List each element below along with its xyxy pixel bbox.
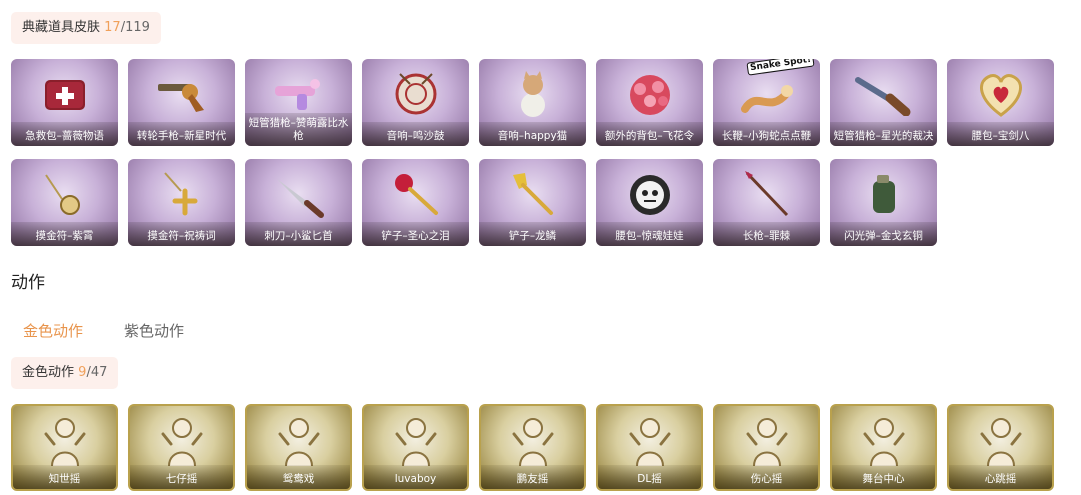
action-card[interactable]: luvaboy — [362, 404, 469, 491]
action-card-label: 鹏友摇 — [481, 465, 584, 489]
action-card-label: 知世摇 — [13, 465, 116, 489]
grenade-icon — [854, 169, 914, 219]
skin-card[interactable]: 急救包–蔷薇物语 — [11, 59, 118, 146]
skin-card-label: 长鞭–小狗蛇点点鞭 — [713, 122, 820, 146]
skins-grid-row-2: 摸金符–紫霄 摸金符–祝祷词 刺刀–小鲨匕首 铲子–圣心之泪 铲子–龙鳞 腰包–惊魂娃娃长… — [11, 159, 937, 246]
pose-figure-icon — [971, 416, 1031, 467]
action-card[interactable]: 知世摇 — [11, 404, 118, 491]
skin-card[interactable]: 铲子–圣心之泪 — [362, 159, 469, 246]
skin-card-label: 闪光弹–金戈玄铜 — [830, 222, 937, 246]
skin-card[interactable]: 腰包–宝剑八 — [947, 59, 1054, 146]
skins-grid-row-1: 急救包–蔷薇物语 转轮手枪–新星时代 短管猎枪–赞萌露比水枪 音响–鸣沙鼓 音响–hap… — [11, 59, 1054, 146]
skin-card-label: 音响–鸣沙鼓 — [362, 122, 469, 146]
charm-icon — [35, 169, 95, 219]
flower-backpack-icon — [620, 69, 680, 119]
cross-charm-icon — [152, 169, 212, 219]
action-card[interactable]: 鸳鸯戏 — [245, 404, 352, 491]
skin-card-label: 铲子–圣心之泪 — [362, 222, 469, 246]
ruby-shovel-icon — [386, 169, 446, 219]
gold-actions-grid: 知世摇 七仔摇 鸳鸯戏 luvaboy 鹏友摇 DL摇 伤心摇 舞台中心 心跳摇 — [11, 404, 1054, 491]
skin-card[interactable]: 短管猎枪–赞萌露比水枪 — [245, 59, 352, 146]
action-card[interactable]: 伤心摇 — [713, 404, 820, 491]
spear-icon — [737, 169, 797, 219]
pose-figure-icon — [854, 416, 914, 467]
pose-figure-icon — [152, 416, 212, 467]
pose-figure-icon — [35, 416, 95, 467]
water-gun-icon — [269, 69, 329, 119]
skin-card[interactable]: 长枪–罪棘 — [713, 159, 820, 246]
skin-card-label: 短管猎枪–赞萌露比水枪 — [245, 113, 352, 146]
pose-figure-icon — [386, 416, 446, 467]
action-card[interactable]: 舞台中心 — [830, 404, 937, 491]
action-card-label: 舞台中心 — [832, 465, 935, 489]
action-card-label: 鸳鸯戏 — [247, 465, 350, 489]
drum-icon — [386, 69, 446, 119]
skins-title: 典藏道具皮肤 — [22, 20, 101, 35]
first-aid-kit-icon — [35, 69, 95, 119]
skin-card-label: 音响–happy猫 — [479, 122, 586, 146]
pose-figure-icon — [503, 416, 563, 467]
revolver-icon — [152, 69, 212, 119]
skin-card[interactable]: 铲子–龙鳞 — [479, 159, 586, 246]
pose-figure-icon — [620, 416, 680, 467]
action-card-label: 伤心摇 — [715, 465, 818, 489]
skin-card[interactable]: 腰包–惊魂娃娃 — [596, 159, 703, 246]
gold-shovel-icon — [503, 169, 563, 219]
skin-card-label: 刺刀–小鲨匕首 — [245, 222, 352, 246]
skin-card[interactable]: 转轮手枪–新星时代 — [128, 59, 235, 146]
tab-purple-actions[interactable]: 紫色动作 — [124, 320, 184, 341]
skins-count-total: 119 — [125, 20, 150, 35]
skin-card-label: 短管猎枪–星光的裁决 — [830, 122, 937, 146]
action-card-label: luvaboy — [364, 465, 467, 489]
gold-actions-count-badge: 金色动作 9/47 — [11, 357, 119, 389]
pose-figure-icon — [269, 416, 329, 467]
action-card-label: DL摇 — [598, 465, 701, 489]
action-card[interactable]: 鹏友摇 — [479, 404, 586, 491]
skin-card[interactable]: 短管猎枪–星光的裁决 — [830, 59, 937, 146]
skin-card-label: 摸金符–祝祷词 — [128, 222, 235, 246]
skin-card-label: 摸金符–紫霄 — [11, 222, 118, 246]
skull-pouch-icon — [620, 169, 680, 219]
skin-card-label: 铲子–龙鳞 — [479, 222, 586, 246]
skin-card-label: 额外的背包–飞花令 — [596, 122, 703, 146]
action-card[interactable]: 心跳摇 — [947, 404, 1054, 491]
skin-card[interactable]: 刺刀–小鲨匕首 — [245, 159, 352, 246]
shotgun-icon — [854, 69, 914, 119]
skin-card[interactable]: 闪光弹–金戈玄铜 — [830, 159, 937, 246]
tab-gold-actions[interactable]: 金色动作 — [23, 320, 83, 341]
skin-card-label: 腰包–惊魂娃娃 — [596, 222, 703, 246]
action-card[interactable]: DL摇 — [596, 404, 703, 491]
skin-card-label: 急救包–蔷薇物语 — [11, 122, 118, 146]
action-card[interactable]: 七仔摇 — [128, 404, 235, 491]
skin-card[interactable]: 摸金符–祝祷词 — [128, 159, 235, 246]
skin-card-label: 长枪–罪棘 — [713, 222, 820, 246]
skin-card-label: 转轮手枪–新星时代 — [128, 122, 235, 146]
skins-count-current: 17 — [104, 20, 121, 35]
skins-count-badge: 典藏道具皮肤 17/119 — [11, 12, 161, 44]
action-card-label: 七仔摇 — [130, 465, 233, 489]
pose-figure-icon — [737, 416, 797, 467]
action-card-label: 心跳摇 — [949, 465, 1052, 489]
skin-card[interactable]: 摸金符–紫霄 — [11, 159, 118, 246]
skin-card[interactable]: 音响–happy猫 — [479, 59, 586, 146]
skin-card[interactable]: Snake Spot! 长鞭–小狗蛇点点鞭 — [713, 59, 820, 146]
gold-actions-title: 金色动作 — [22, 365, 75, 380]
actions-section-title: 动作 — [11, 273, 45, 293]
gold-actions-count-total: 47 — [90, 365, 108, 380]
skin-card-label: 腰包–宝剑八 — [947, 122, 1054, 146]
skin-card[interactable]: 音响–鸣沙鼓 — [362, 59, 469, 146]
heart-pouch-icon — [971, 69, 1031, 119]
shark-dagger-icon — [269, 169, 329, 219]
snake-whip-icon — [737, 69, 797, 119]
skin-card[interactable]: 额外的背包–飞花令 — [596, 59, 703, 146]
cat-icon — [503, 69, 563, 119]
